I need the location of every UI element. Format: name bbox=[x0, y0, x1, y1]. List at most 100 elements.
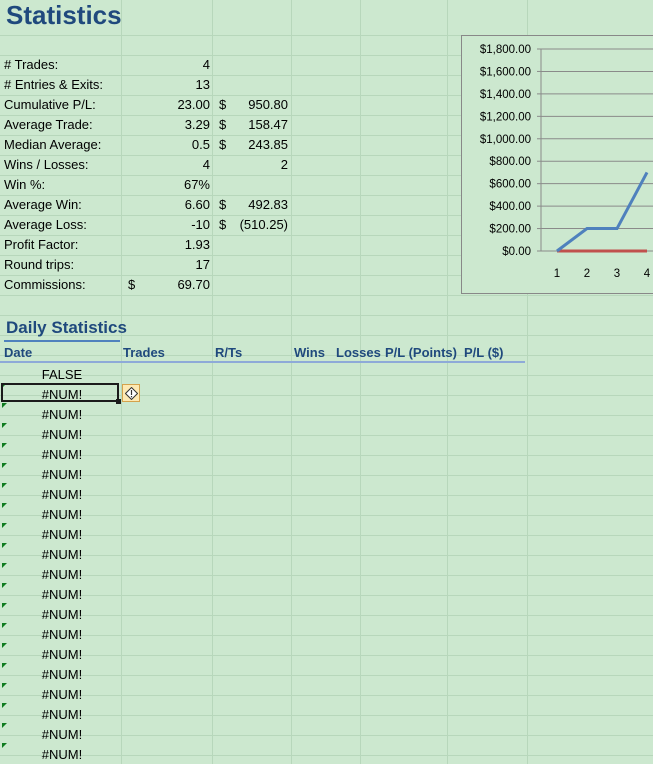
stat-value[interactable]: 3.29 bbox=[120, 117, 210, 132]
grid-row-line bbox=[0, 655, 653, 656]
error-indicator-triangle bbox=[2, 523, 7, 528]
stat-value[interactable]: 23.00 bbox=[120, 97, 210, 112]
stat-label[interactable]: Average Loss: bbox=[4, 217, 87, 232]
grid-col-line bbox=[291, 0, 292, 764]
error-indicator-triangle bbox=[2, 603, 7, 608]
stat-value[interactable]: 67% bbox=[120, 177, 210, 192]
stat-label[interactable]: Cumulative P/L: bbox=[4, 97, 96, 112]
page-title: Statistics bbox=[6, 0, 122, 30]
stat-label[interactable]: Average Win: bbox=[4, 197, 82, 212]
stat-label[interactable]: Win %: bbox=[4, 177, 45, 192]
grid-row-line bbox=[0, 755, 653, 756]
stat-label[interactable]: # Trades: bbox=[4, 57, 58, 72]
stat-value[interactable]: 4 bbox=[120, 57, 210, 72]
grid-row-line bbox=[0, 735, 653, 736]
chart-y-tick-label: $1,000.00 bbox=[480, 134, 531, 146]
stat-value[interactable]: 13 bbox=[120, 77, 210, 92]
grid-row-line bbox=[0, 355, 653, 356]
grid-row-line bbox=[0, 295, 653, 296]
stat-label[interactable]: Median Average: bbox=[4, 137, 101, 152]
date-cell-error[interactable]: #NUM! bbox=[40, 607, 84, 622]
error-indicator-triangle bbox=[2, 443, 7, 448]
date-cell-error[interactable]: #NUM! bbox=[40, 627, 84, 642]
grid-col-line bbox=[121, 0, 122, 764]
error-indicator-triangle bbox=[2, 403, 7, 408]
chart-x-tick-label: 1 bbox=[554, 268, 560, 280]
date-cell-error[interactable]: #NUM! bbox=[40, 707, 84, 722]
grid-row-line bbox=[0, 435, 653, 436]
grid-row-line bbox=[0, 535, 653, 536]
header-losses[interactable]: Losses bbox=[336, 345, 381, 360]
stat-value[interactable]: 4 bbox=[120, 157, 210, 172]
header-trades[interactable]: Trades bbox=[123, 345, 165, 360]
stat-value[interactable]: 0.5 bbox=[120, 137, 210, 152]
date-cell-error[interactable]: #NUM! bbox=[40, 667, 84, 682]
stat-label[interactable]: Profit Factor: bbox=[4, 237, 78, 252]
date-cell-error[interactable]: #NUM! bbox=[40, 407, 84, 422]
stat-value[interactable]: 1.93 bbox=[120, 237, 210, 252]
date-cell-error[interactable]: #NUM! bbox=[40, 547, 84, 562]
error-indicator-triangle bbox=[2, 563, 7, 568]
stat-amount[interactable]: (510.25) bbox=[225, 217, 288, 232]
grid-col-line bbox=[447, 0, 448, 764]
date-cell-error[interactable]: #NUM! bbox=[40, 587, 84, 602]
date-cell-error[interactable]: #NUM! bbox=[40, 647, 84, 662]
date-cell-error[interactable]: #NUM! bbox=[40, 467, 84, 482]
error-indicator-triangle bbox=[2, 483, 7, 488]
header-wins[interactable]: Wins bbox=[294, 345, 325, 360]
grid-row-line bbox=[0, 515, 653, 516]
date-cell-error[interactable]: #NUM! bbox=[40, 727, 84, 742]
date-cell-false[interactable]: FALSE bbox=[40, 367, 84, 382]
chart-y-tick-label: $800.00 bbox=[489, 156, 531, 168]
date-cell-error[interactable]: #NUM! bbox=[40, 487, 84, 502]
chart-x-tick-label: 4 bbox=[644, 268, 651, 280]
stat-label[interactable]: Round trips: bbox=[4, 257, 74, 272]
date-cell-error[interactable]: #NUM! bbox=[40, 507, 84, 522]
title-underline bbox=[4, 340, 120, 342]
chart-y-tick-label: $200.00 bbox=[489, 224, 531, 236]
error-indicator-triangle bbox=[2, 583, 7, 588]
stat-amount[interactable]: 2 bbox=[225, 157, 288, 172]
date-cell-error[interactable]: #NUM! bbox=[40, 447, 84, 462]
chart-y-tick-label: $1,200.00 bbox=[480, 111, 531, 123]
header-underline bbox=[0, 361, 525, 363]
date-cell-error[interactable]: #NUM! bbox=[40, 567, 84, 582]
error-indicator-triangle bbox=[2, 463, 7, 468]
stat-label[interactable]: Average Trade: bbox=[4, 117, 93, 132]
header-pl-points[interactable]: P/L (Points) bbox=[385, 345, 457, 360]
selected-cell[interactable] bbox=[1, 383, 119, 402]
header-pl-dollars[interactable]: P/L ($) bbox=[464, 345, 504, 360]
date-cell-error[interactable]: #NUM! bbox=[40, 687, 84, 702]
error-indicator-triangle bbox=[2, 623, 7, 628]
grid-row-line bbox=[0, 455, 653, 456]
stat-amount[interactable]: 492.83 bbox=[225, 197, 288, 212]
pl-line-chart[interactable]: $1,800.00 $1,600.00 $1,400.00 $1,200.00 $1,0… bbox=[461, 35, 653, 294]
stat-label[interactable]: # Entries & Exits: bbox=[4, 77, 103, 92]
stat-value[interactable]: 69.70 bbox=[120, 277, 210, 292]
stat-amount[interactable]: 243.85 bbox=[225, 137, 288, 152]
error-indicator-triangle bbox=[2, 723, 7, 728]
grid-row-line bbox=[0, 715, 653, 716]
stat-amount[interactable]: 950.80 bbox=[225, 97, 288, 112]
stat-value[interactable]: 17 bbox=[120, 257, 210, 272]
daily-statistics-title: Daily Statistics bbox=[6, 318, 127, 337]
stat-value[interactable]: -10 bbox=[120, 217, 210, 232]
error-indicator-triangle bbox=[2, 663, 7, 668]
stat-label[interactable]: Wins / Losses: bbox=[4, 157, 89, 172]
date-cell-error[interactable]: #NUM! bbox=[40, 747, 84, 762]
grid-col-line bbox=[360, 0, 361, 764]
chart-y-tick-label: $1,400.00 bbox=[480, 89, 531, 101]
header-rts[interactable]: R/Ts bbox=[215, 345, 242, 360]
error-warning-button[interactable] bbox=[122, 384, 140, 402]
date-cell-error[interactable]: #NUM! bbox=[40, 527, 84, 542]
fill-handle[interactable] bbox=[116, 399, 121, 404]
chart-y-tick-label: $0.00 bbox=[502, 246, 531, 258]
grid-col-line bbox=[212, 0, 213, 764]
chart-y-tick-label: $400.00 bbox=[489, 201, 531, 213]
stat-amount[interactable]: 158.47 bbox=[225, 117, 288, 132]
stat-label[interactable]: Commissions: bbox=[4, 277, 86, 292]
stat-value[interactable]: 6.60 bbox=[120, 197, 210, 212]
date-cell-error[interactable]: #NUM! bbox=[40, 427, 84, 442]
error-indicator-triangle bbox=[2, 543, 7, 548]
header-date[interactable]: Date bbox=[4, 345, 32, 360]
